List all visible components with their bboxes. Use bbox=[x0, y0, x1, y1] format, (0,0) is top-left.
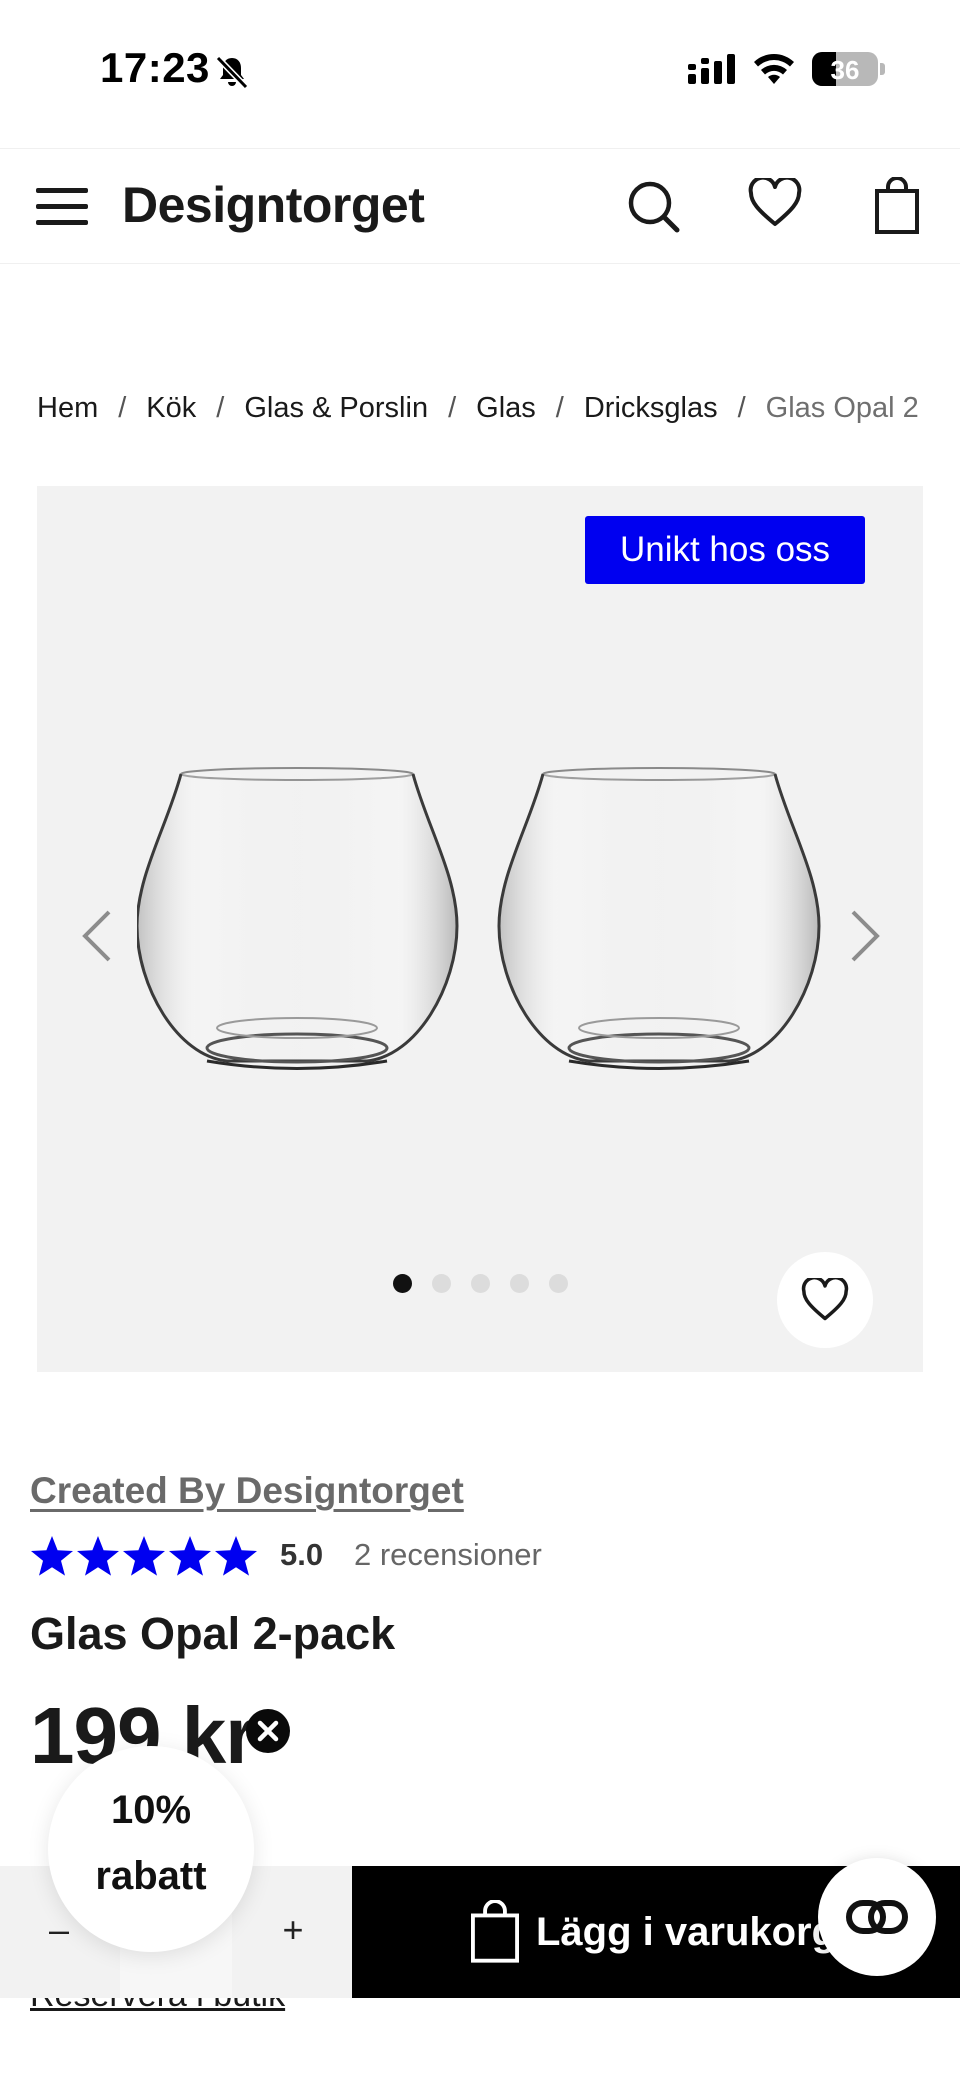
star-icon bbox=[215, 1536, 257, 1576]
status-time: 17:23 bbox=[100, 44, 210, 91]
battery-icon: 36 bbox=[812, 52, 878, 86]
carousel-dot[interactable] bbox=[549, 1274, 568, 1293]
breadcrumb-separator: / bbox=[555, 392, 564, 424]
product-title: Glas Opal 2-pack bbox=[30, 1608, 396, 1659]
star-icon bbox=[123, 1536, 165, 1576]
breadcrumb-link[interactable]: Hem bbox=[37, 392, 98, 424]
discount-popup[interactable]: 10% rabatt bbox=[48, 1746, 254, 1952]
star-icon bbox=[77, 1536, 119, 1576]
glass-right bbox=[497, 767, 821, 1070]
site-logo[interactable]: Designtorget bbox=[122, 176, 425, 234]
chevron-left-icon[interactable] bbox=[79, 906, 115, 966]
site-header: Designtorget bbox=[0, 148, 960, 264]
hamburger-menu-icon[interactable] bbox=[36, 184, 90, 228]
brand-link[interactable]: Created By Designtorget bbox=[30, 1470, 464, 1512]
product-image-gallery[interactable]: Unikt hos oss bbox=[37, 486, 923, 1372]
cellular-signal-icon bbox=[688, 54, 735, 84]
close-discount-button[interactable] bbox=[246, 1709, 290, 1753]
product-image bbox=[137, 767, 821, 1070]
add-to-wishlist-button[interactable] bbox=[777, 1252, 873, 1348]
chevron-right-icon[interactable] bbox=[847, 906, 883, 966]
chat-button[interactable] bbox=[818, 1858, 936, 1976]
shopping-bag-icon[interactable] bbox=[874, 177, 920, 235]
battery-cap bbox=[880, 63, 885, 75]
heart-icon bbox=[801, 1278, 849, 1321]
wishlist-heart-icon[interactable] bbox=[748, 178, 802, 228]
discount-label: rabatt bbox=[95, 1854, 207, 1898]
rating-stars bbox=[31, 1536, 257, 1576]
breadcrumb: Hem / Kök / Glas & Porslin / Glas / Dricksglas / G… bbox=[37, 392, 937, 425]
breadcrumb-link[interactable]: Glas & Porslin bbox=[244, 392, 428, 424]
star-icon bbox=[169, 1536, 211, 1576]
breadcrumb-separator: / bbox=[118, 392, 127, 424]
star-icon bbox=[31, 1536, 73, 1576]
search-icon[interactable] bbox=[626, 179, 682, 235]
carousel-dot[interactable] bbox=[432, 1274, 451, 1293]
status-bar: 17:23 36 bbox=[0, 0, 960, 145]
breadcrumb-separator: / bbox=[448, 392, 457, 424]
review-count-link[interactable]: 2 recensioner bbox=[354, 1537, 542, 1573]
bell-off-icon bbox=[215, 55, 249, 90]
discount-percent: 10% bbox=[110, 1788, 192, 1832]
shopping-bag-icon bbox=[471, 1900, 519, 1963]
carousel-dot[interactable] bbox=[471, 1274, 490, 1293]
rating-value: 5.0 bbox=[280, 1537, 324, 1572]
carousel-dot[interactable] bbox=[510, 1274, 529, 1293]
wifi-icon bbox=[754, 54, 794, 84]
exclusive-badge: Unikt hos oss bbox=[585, 516, 865, 584]
breadcrumb-link[interactable]: Dricksglas bbox=[584, 392, 718, 424]
glass-left bbox=[137, 767, 459, 1070]
battery-percent: 36 bbox=[830, 55, 860, 85]
breadcrumb-separator: / bbox=[737, 392, 746, 424]
chat-link-icon bbox=[846, 1900, 908, 1934]
carousel-dot[interactable] bbox=[393, 1274, 412, 1293]
breadcrumb-separator: / bbox=[216, 392, 225, 424]
breadcrumb-link[interactable]: Glas bbox=[476, 392, 536, 424]
breadcrumb-current: Glas Opal 2 bbox=[765, 392, 919, 424]
close-icon bbox=[257, 1720, 279, 1742]
breadcrumb-link[interactable]: Kök bbox=[146, 392, 196, 424]
